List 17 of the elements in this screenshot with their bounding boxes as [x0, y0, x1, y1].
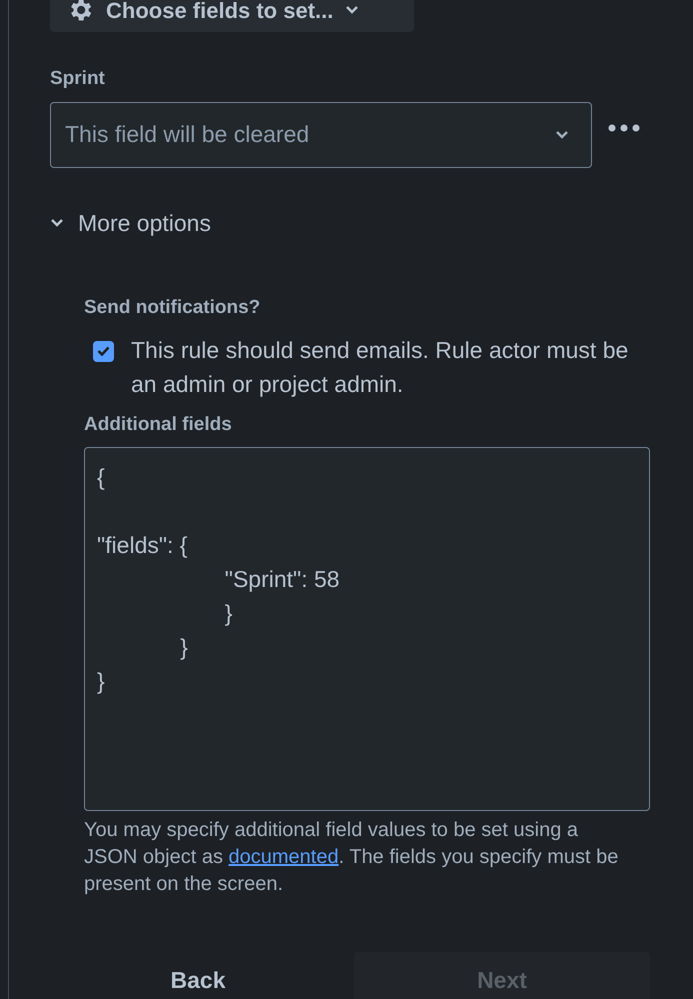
caret-icon [50, 218, 64, 228]
caret-icon [345, 5, 360, 15]
caret-icon [555, 130, 569, 140]
check-icon [97, 346, 110, 356]
help-text: You may specify additional field values to be set using a JSON object as documented. The fields you specify must be present on the screen. [84, 818, 620, 897]
more-options-toggle[interactable]: More options [50, 206, 211, 240]
documentation-link[interactable]: documented [228, 846, 339, 868]
field-label: Send notifications? [84, 296, 260, 320]
checkbox-label: This rule should send emails. Rule actor must be an admin or project admin. [131, 336, 630, 399]
json-text-area[interactable]: { "fields": { "Sprint": 58 } } } [84, 447, 650, 811]
field-label: Additional fields [84, 412, 232, 436]
more-icon [608, 124, 640, 132]
sprint-select[interactable]: This field will be cleared [50, 102, 592, 168]
nav-button[interactable]: Back [84, 952, 312, 999]
field-label: Sprint [50, 67, 105, 91]
choose-fields-button[interactable]: Choose fields to set... [50, 0, 414, 32]
checkbox[interactable] [93, 340, 114, 362]
